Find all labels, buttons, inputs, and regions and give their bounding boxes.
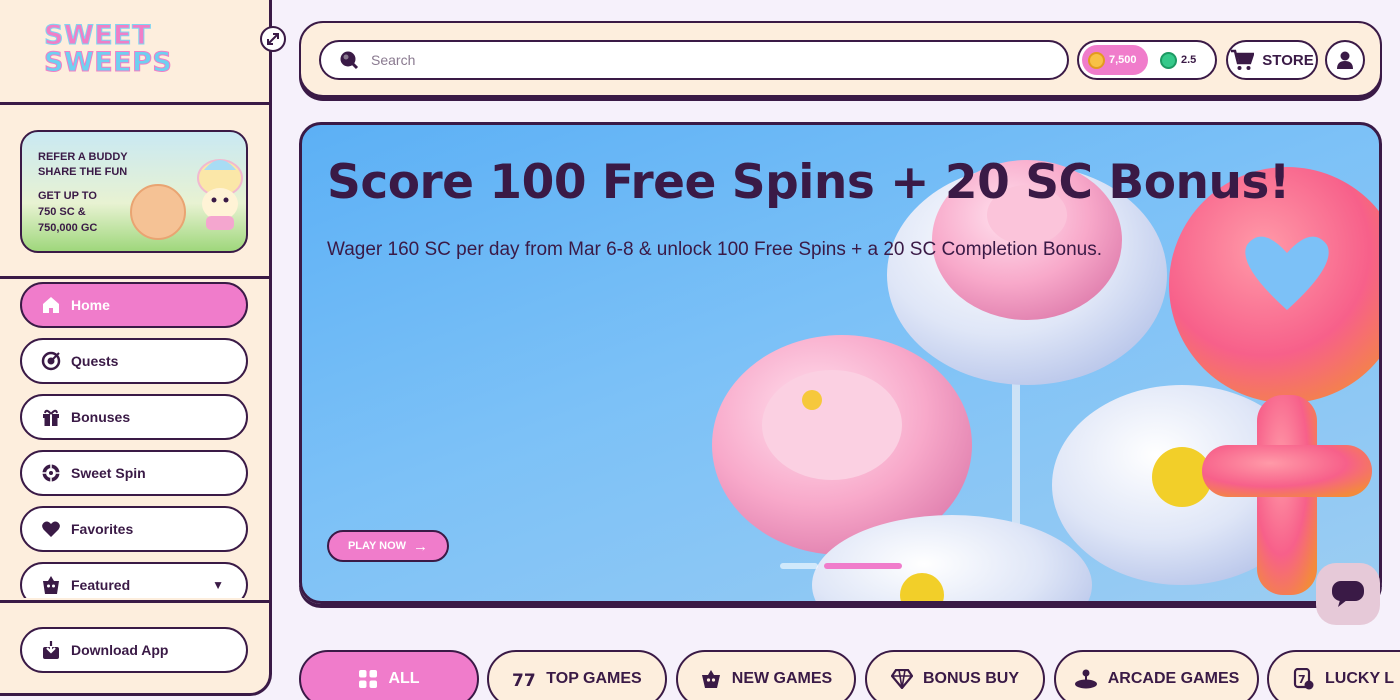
refer-a-buddy-card[interactable]: REFER A BUDDY SHARE THE FUN GET UP TO 75… <box>20 130 248 253</box>
wheel-icon <box>40 462 62 484</box>
carousel-dot[interactable] <box>780 563 818 569</box>
gift-icon <box>40 406 62 428</box>
tab-all[interactable]: ALL <box>299 650 479 700</box>
chat-icon <box>1332 581 1364 607</box>
banner-title: Score 100 Free Spins + 20 SC Bonus! <box>327 155 1290 210</box>
quests-icon <box>40 350 62 372</box>
sidebar-item-bonuses[interactable]: Bonuses <box>20 394 248 440</box>
arrow-right-icon: → <box>413 537 429 555</box>
promo-banner[interactable]: Score 100 Free Spins + 20 SC Bonus! Wage… <box>299 122 1382 604</box>
chat-support-button[interactable] <box>1316 563 1380 625</box>
brand-logo-line2: SWEEPS <box>44 47 173 78</box>
chick-mascot-image <box>130 184 186 240</box>
refer-title: REFER A BUDDY <box>38 151 128 163</box>
search-bar[interactable] <box>319 40 1069 80</box>
store-button[interactable]: STORE <box>1226 40 1318 80</box>
chevron-down-icon: ▼ <box>212 578 224 592</box>
tab-lucky[interactable]: 7 LUCKY L <box>1267 650 1400 700</box>
coin-balance[interactable]: 7,500 2.5 <box>1077 40 1217 80</box>
sidebar-item-featured[interactable]: Featured ▼ <box>20 562 248 598</box>
diamond-icon <box>890 669 913 689</box>
sweeps-coin-icon <box>1160 51 1177 69</box>
new-icon <box>700 669 722 689</box>
tab-label: LUCKY L <box>1325 670 1395 687</box>
refer-offer-line1: GET UP TO <box>38 190 97 202</box>
download-app-label: Download App <box>71 642 169 658</box>
expand-icon <box>267 33 279 45</box>
sidebar-item-label: Featured <box>71 577 131 593</box>
refer-offer-line2: 750 SC & <box>38 206 86 218</box>
sidebar-item-label: Sweet Spin <box>71 465 146 481</box>
tab-label: TOP GAMES <box>546 670 642 687</box>
tab-arcade-games[interactable]: ARCADE GAMES <box>1054 650 1259 700</box>
sidebar-item-sweet-spin[interactable]: Sweet Spin <box>20 450 248 496</box>
download-icon <box>40 639 62 661</box>
tab-label: NEW GAMES <box>731 670 833 687</box>
joystick-icon <box>1074 669 1098 689</box>
sidebar: SWEET SWEEPS REFER A BUDDY SHARE THE FUN… <box>0 0 272 696</box>
svg-text:7: 7 <box>1298 673 1306 686</box>
play-now-label: PLAY NOW <box>347 540 407 552</box>
gold-coin-icon <box>1088 51 1105 69</box>
sidebar-divider <box>0 600 272 603</box>
sidebar-item-home[interactable]: Home <box>20 282 248 328</box>
top-bar: 7,500 2.5 STORE <box>299 21 1382 97</box>
store-label: STORE <box>1262 51 1314 69</box>
sidebar-nav: Home Quests Bonuses Sweet Spin Favorites <box>0 276 269 598</box>
cart-icon <box>1231 49 1255 70</box>
sweeps-coin-balance[interactable]: 2.5 <box>1160 51 1197 69</box>
tab-label: ARCADE GAMES <box>1107 670 1240 687</box>
search-input[interactable] <box>369 51 1033 69</box>
brand-logo[interactable]: SWEET SWEEPS <box>44 20 184 78</box>
refer-subtitle: SHARE THE FUN <box>38 166 128 178</box>
game-category-tabs: ALL 77 TOP GAMES NEW GAMES BONUS BUY ARC… <box>299 650 1400 700</box>
tab-top-games[interactable]: 77 TOP GAMES <box>487 650 667 700</box>
brand-logo-line1: SWEET <box>44 20 152 51</box>
play-now-button[interactable]: PLAY NOW → <box>327 530 449 562</box>
tab-label: BONUS BUY <box>922 670 1019 687</box>
tab-new-games[interactable]: NEW GAMES <box>676 650 856 700</box>
icecream-mascot-image <box>197 159 243 230</box>
refer-offer-line3: 750,000 GC <box>38 222 98 234</box>
sidebar-divider <box>0 102 272 105</box>
banner-subtitle: Wager 160 SC per day from Mar 6-8 & unlo… <box>327 239 1102 260</box>
carousel-dot-active[interactable] <box>824 563 902 569</box>
lucky-icon: 7 <box>1293 668 1315 690</box>
heart-icon <box>40 518 62 540</box>
profile-button[interactable] <box>1325 40 1365 80</box>
sevens-icon: 77 <box>512 669 536 689</box>
carousel-indicators <box>780 563 902 569</box>
sidebar-item-quests[interactable]: Quests <box>20 338 248 384</box>
gold-coin-balance[interactable]: 7,500 <box>1082 45 1148 75</box>
grid-icon <box>358 669 378 689</box>
download-app-button[interactable]: Download App <box>20 627 248 673</box>
expand-sidebar-button[interactable] <box>260 26 286 52</box>
sidebar-item-label: Favorites <box>71 521 134 537</box>
sweeps-coin-amount: 2.5 <box>1181 54 1197 66</box>
tab-label: ALL <box>388 670 420 687</box>
sidebar-item-label: Quests <box>71 353 119 369</box>
svg-text:77: 77 <box>512 671 536 689</box>
sidebar-item-label: Bonuses <box>71 409 131 425</box>
gold-coin-amount: 7,500 <box>1109 54 1137 66</box>
home-icon <box>40 294 62 316</box>
sidebar-item-label: Home <box>71 297 110 313</box>
user-icon <box>1337 51 1353 69</box>
sidebar-item-favorites[interactable]: Favorites <box>20 506 248 552</box>
featured-icon <box>40 574 62 596</box>
search-icon <box>340 51 359 70</box>
tab-bonus-buy[interactable]: BONUS BUY <box>865 650 1045 700</box>
